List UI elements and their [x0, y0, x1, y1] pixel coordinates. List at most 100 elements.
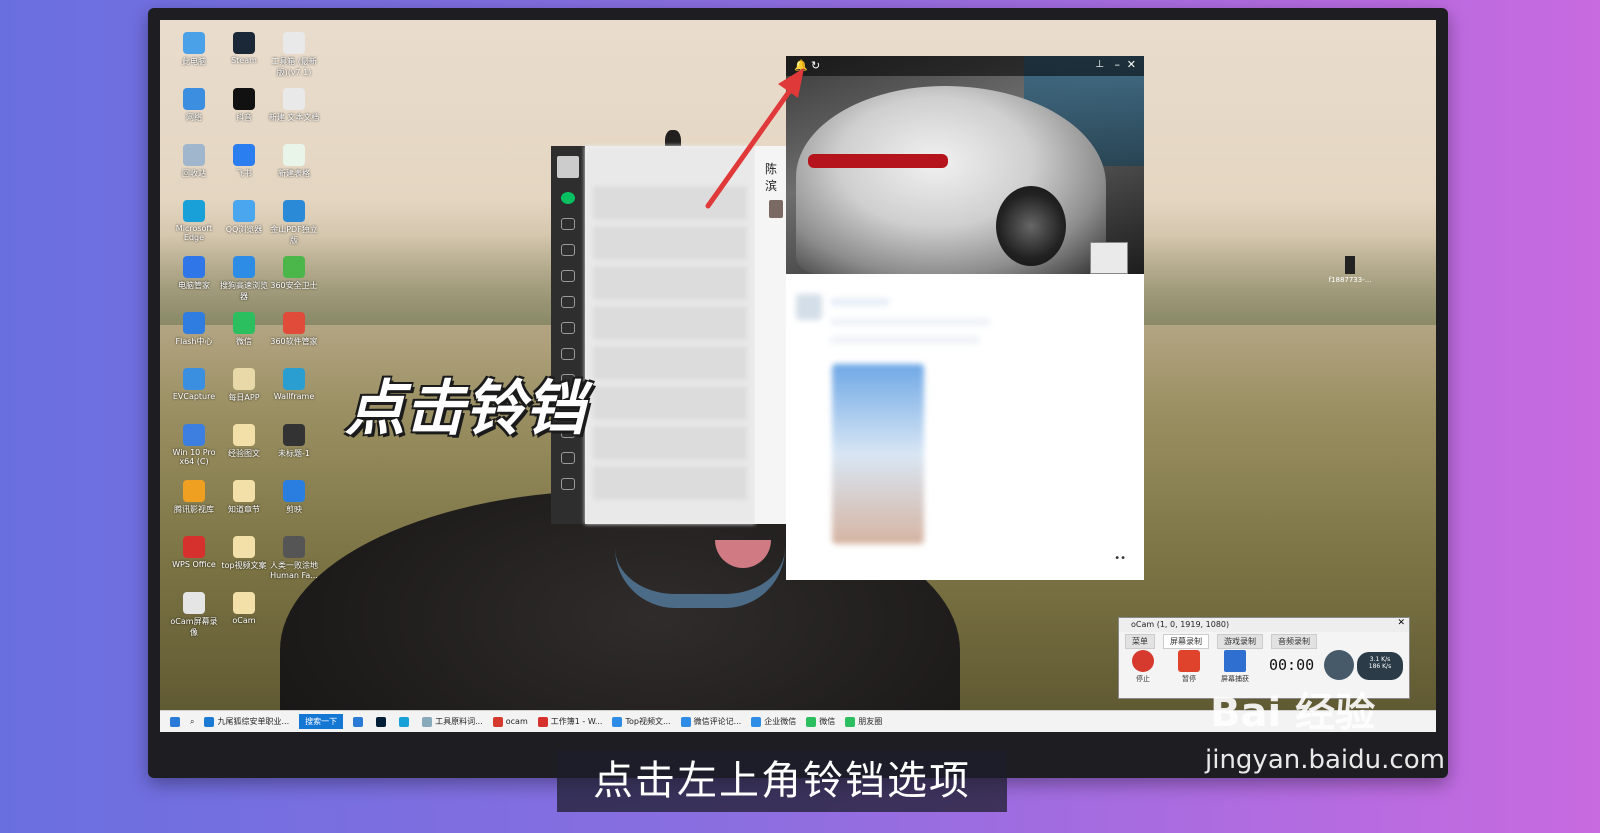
desktop-icon[interactable]: 知道章节: [218, 480, 270, 515]
list-item[interactable]: [593, 226, 747, 260]
taskbar-item[interactable]: 搜索一下: [299, 714, 344, 729]
app-icon: [806, 716, 817, 727]
taskbar-item[interactable]: 九尾狐综安单职业...: [204, 716, 289, 727]
desktop-icon[interactable]: 微信: [218, 312, 270, 347]
desktop-icon[interactable]: 经验图文: [218, 424, 270, 459]
app-icon: [283, 312, 305, 334]
desktop-screen: 此电脑 Steam 工具箱 (最新版)(v7.1) 网络 抖音 新建 文本文档回收站 飞书 新…: [160, 20, 1436, 732]
self-preview[interactable]: [1090, 242, 1128, 274]
car-taillight: [808, 154, 948, 168]
desktop-icon[interactable]: 此电脑: [168, 32, 220, 67]
taskbar-item[interactable]: 工具原料词...: [422, 716, 483, 727]
desktop-icon[interactable]: 搜狗高速浏览器: [218, 256, 270, 302]
desktop-icon[interactable]: 未标题-1: [268, 424, 320, 459]
desktop-icon-label: 知道章节: [228, 505, 260, 514]
app-icon: [233, 312, 255, 334]
list-item[interactable]: [593, 306, 747, 340]
tab-menu[interactable]: 菜单: [1125, 634, 1155, 649]
desktop-icon[interactable]: 回收站: [168, 144, 220, 179]
desktop-icon-label: f1887733-...: [1328, 276, 1372, 284]
desktop-icon[interactable]: 金山PDF独立版: [268, 200, 320, 246]
minimize-icon[interactable]: –: [1115, 58, 1121, 71]
desktop-icon[interactable]: QQ浏览器: [218, 200, 270, 235]
taskbar-item[interactable]: ocam: [492, 716, 528, 727]
taskbar-item[interactable]: Top视频文...: [612, 716, 671, 727]
desktop-icon[interactable]: Steam: [218, 32, 270, 65]
contacts-icon[interactable]: [561, 218, 575, 230]
taskbar-item[interactable]: [353, 716, 366, 727]
close-icon[interactable]: ✕: [1127, 58, 1136, 71]
favorites-icon[interactable]: [561, 244, 575, 256]
desktop-icon[interactable]: Win 10 Pro x64 (C): [168, 424, 220, 466]
app-icon: [183, 480, 205, 502]
settings-icon[interactable]: [561, 348, 575, 360]
more-icon[interactable]: ••: [1114, 553, 1126, 564]
volume-dial[interactable]: [1324, 650, 1354, 680]
app-icon: [353, 716, 364, 727]
phone-icon[interactable]: [561, 452, 575, 464]
list-item[interactable]: [593, 266, 747, 300]
folder-icon[interactable]: [561, 270, 575, 282]
pause-button[interactable]: 暂停: [1171, 650, 1207, 684]
desktop-icon[interactable]: 剪映: [268, 480, 320, 515]
list-item[interactable]: [593, 426, 747, 460]
record-timer: 00:00: [1269, 656, 1315, 674]
desktop-icon[interactable]: top视频文案: [218, 536, 270, 571]
desktop-icon[interactable]: oCam屏幕录像: [168, 592, 220, 638]
app-icon: [283, 144, 305, 166]
stop-button[interactable]: 停止: [1125, 650, 1161, 684]
chat-icon[interactable]: [561, 192, 575, 204]
miniprogram-icon[interactable]: [561, 322, 575, 334]
desktop-icon[interactable]: 每日APP: [218, 368, 270, 403]
blurred-image[interactable]: [832, 364, 924, 544]
desktop-icon[interactable]: 网络: [168, 88, 220, 123]
taskbar-item[interactable]: 企业微信: [751, 716, 796, 727]
desktop-icon[interactable]: Wallframe: [268, 368, 320, 401]
taskbar-item[interactable]: 微信评论记...: [680, 716, 741, 727]
desktop-icon[interactable]: EVCapture: [168, 368, 220, 401]
stop-label: 停止: [1136, 675, 1150, 683]
app-icon: [680, 716, 691, 727]
app-icon: [183, 368, 205, 390]
taskbar-item[interactable]: [399, 716, 412, 727]
desktop-icon[interactable]: 抖音: [218, 88, 270, 123]
app-icon: [233, 368, 255, 390]
desktop-icon[interactable]: 360软件管家: [268, 312, 320, 347]
desktop-icon-label: 人类一败涂地 Human Fa...: [270, 561, 318, 580]
desktop-icon-label: 剪映: [286, 505, 302, 514]
desktop-icon[interactable]: oCam: [218, 592, 270, 625]
taskbar-item[interactable]: [376, 716, 389, 727]
app-icon: [283, 256, 305, 278]
desktop-icon-file[interactable]: f1887733-...: [1320, 256, 1380, 284]
desktop-icon[interactable]: 人类一败涂地 Human Fa...: [268, 536, 320, 580]
search-button[interactable]: ⌕: [190, 717, 194, 727]
start-button[interactable]: [170, 716, 180, 727]
capture-button[interactable]: 屏幕捕获: [1217, 650, 1253, 684]
list-item[interactable]: [593, 386, 747, 420]
taskbar-item[interactable]: 朋友圈: [845, 716, 882, 727]
pin-icon[interactable]: ⊥: [1095, 59, 1104, 70]
desktop-icon[interactable]: Microsoft Edge: [168, 200, 220, 242]
app-icon: [183, 88, 205, 110]
close-icon[interactable]: ✕: [1397, 618, 1405, 628]
desktop-icon[interactable]: 腾讯影视库: [168, 480, 220, 515]
taskbar-item[interactable]: 微信: [806, 716, 835, 727]
tab-game-record[interactable]: 游戏录制: [1217, 634, 1263, 649]
tab-audio-record[interactable]: 音频录制: [1271, 634, 1317, 649]
menu-icon[interactable]: [561, 478, 575, 490]
desktop-icon[interactable]: 新建表格: [268, 144, 320, 179]
desktop-icon[interactable]: 飞书: [218, 144, 270, 179]
desktop-icon[interactable]: 新建 文本文档: [268, 88, 320, 123]
list-item[interactable]: [593, 346, 747, 380]
avatar[interactable]: [557, 156, 579, 178]
desktop-icon[interactable]: 电脑管家: [168, 256, 220, 291]
desktop-icon[interactable]: 360安全卫士: [268, 256, 320, 291]
subtitle-caption: 点击左上角铃铛选项: [557, 750, 1007, 812]
tab-screen-record[interactable]: 屏幕录制: [1163, 634, 1209, 649]
moments-icon[interactable]: [561, 296, 575, 308]
list-item[interactable]: [593, 466, 747, 500]
taskbar-item[interactable]: 工作簿1 - W...: [537, 716, 602, 727]
desktop-icon[interactable]: Flash中心: [168, 312, 220, 347]
desktop-icon[interactable]: 工具箱 (最新版)(v7.1): [268, 32, 320, 78]
desktop-icon[interactable]: WPS Office: [168, 536, 220, 569]
